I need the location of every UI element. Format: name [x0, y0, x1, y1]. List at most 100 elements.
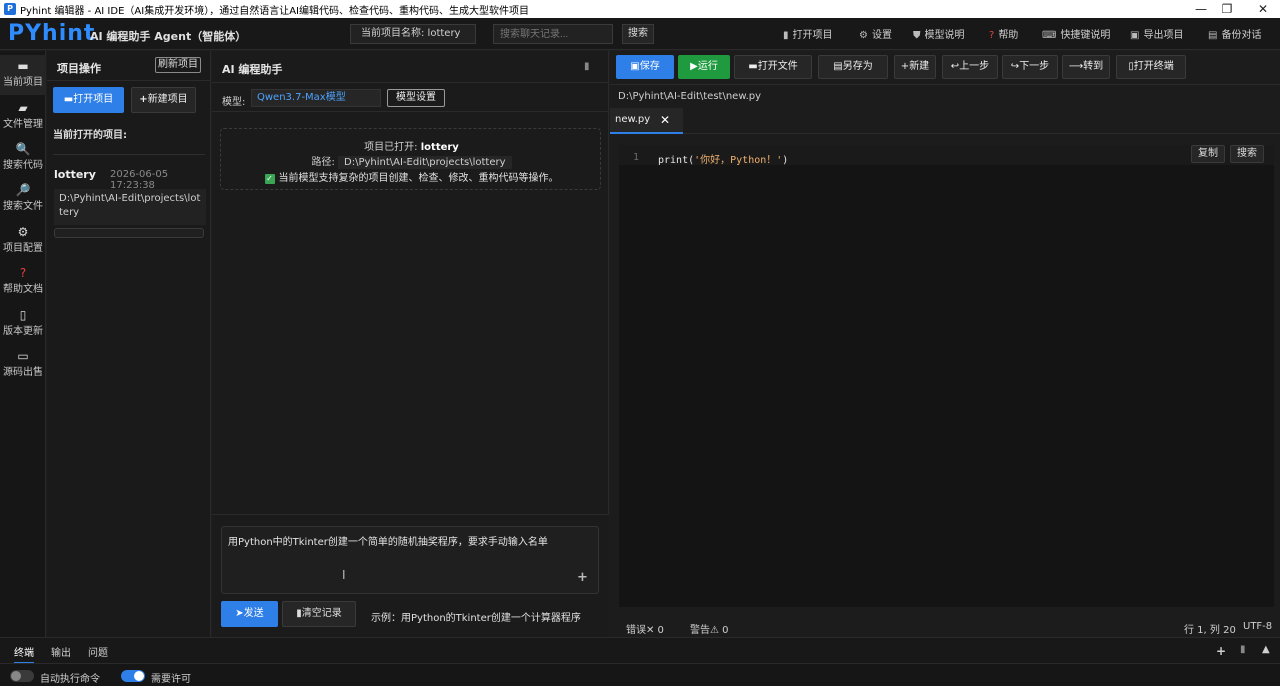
restore-button[interactable]: ❐: [1210, 0, 1244, 18]
code-text[interactable]: print('你好，Python！'): [658, 151, 788, 166]
undo-icon: ↩: [950, 61, 960, 72]
file-path: D:\Pyhint\AI-Edit\test\new.py: [618, 91, 762, 102]
close-window-button[interactable]: ✕: [1246, 0, 1280, 18]
tab-terminal[interactable]: 终端: [14, 644, 34, 664]
save-as-button[interactable]: ▤另存为: [818, 55, 888, 79]
rail-item-help-docs[interactable]: ? 帮助文档: [0, 262, 46, 302]
copy-code-button[interactable]: 复制: [1191, 145, 1225, 163]
save-button[interactable]: ▣保存: [616, 55, 674, 79]
folder-icon: ▮: [783, 30, 789, 41]
refresh-project-button[interactable]: 刷新项目: [155, 57, 201, 73]
menu-export-project[interactable]: ▣ 导出项目: [1130, 26, 1183, 41]
chat-input[interactable]: 用Python中的Tkinter创建一个简单的随机抽奖程序，要求手动输入名单: [221, 526, 599, 594]
current-projects-label: 当前打开的项目:: [53, 130, 127, 141]
project-opened-line: 项目已打开: lottery: [364, 142, 459, 153]
open-terminal-button[interactable]: ▯打开终端: [1116, 55, 1186, 79]
divider: [53, 154, 205, 155]
window-title-bar: P Pyhint 编辑器 - AI IDE（AI集成开发环境），通过自然语言让A…: [0, 0, 1280, 18]
menu-help[interactable]: ? 帮助: [989, 26, 1018, 41]
editor-toolbar: ▣保存 ▶运行 ▬打开文件 ▤另存为 +新建 ↩上一步 ↪下一步 ⟶转到 ▯打开…: [610, 51, 1280, 85]
auto-exec-label: 自动执行命令: [40, 674, 100, 685]
project-item-name[interactable]: lottery: [54, 168, 96, 181]
search-file-icon: 🔎: [15, 183, 31, 197]
backup-icon: ▤: [1208, 30, 1218, 41]
new-file-button[interactable]: +新建: [894, 55, 936, 79]
sidebar-rail: ▬ 当前项目 ▰ 文件管理 🔍 搜索代码 🔎 搜索文件 ⚙ 项目配置 ? 帮助文档 ▯ 版本更…: [0, 51, 46, 637]
new-project-button[interactable]: +新建项目: [131, 87, 196, 113]
auto-exec-toggle[interactable]: [10, 670, 34, 682]
shield-icon: ⛊: [913, 30, 921, 41]
model-select[interactable]: Qwen3.7-Max模型: [251, 89, 381, 107]
menu-model-info[interactable]: ⛊ 模型说明: [913, 26, 965, 41]
model-settings-button[interactable]: 模型设置: [387, 89, 445, 107]
maximize-panel-icon[interactable]: ▲: [1262, 644, 1270, 655]
menu-backup-chat[interactable]: ▤ 备份对话: [1208, 26, 1261, 41]
project-panel: 项目操作 刷新项目 ▬打开项目 +新建项目 当前打开的项目: lottery 2…: [47, 51, 211, 637]
drive-icon: ▰: [18, 101, 28, 115]
ai-assistant-panel: AI 编程助手 ▮ 模型: Qwen3.7-Max模型 模型设置 项目已打开: …: [212, 51, 609, 637]
menu-settings[interactable]: ⚙ 设置: [859, 26, 892, 41]
add-terminal-icon[interactable]: +: [1216, 644, 1226, 658]
menu-open-project[interactable]: ▮ 打开项目: [783, 26, 833, 41]
run-button[interactable]: ▶运行: [678, 55, 730, 79]
example-prompt[interactable]: 示例：用Python的Tkinter创建一个计算器程序: [371, 609, 581, 624]
app-logo-icon: P: [4, 3, 16, 15]
permission-label: 需要许可: [151, 674, 191, 685]
project-panel-header: 项目操作 刷新项目: [47, 51, 211, 81]
trash-icon[interactable]: ▮: [1240, 644, 1246, 655]
laptop-icon: ▭: [17, 349, 29, 363]
model-support-line: ✓ 当前模型支持复杂的项目创建、检查、修改、重构代码等操作。: [264, 173, 559, 184]
menu-shortcuts[interactable]: ⌨ 快捷键说明: [1042, 26, 1110, 41]
tab-problems[interactable]: 问题: [88, 644, 108, 659]
undo-button[interactable]: ↩上一步: [942, 55, 998, 79]
rail-item-version-update[interactable]: ▯ 版本更新: [0, 304, 46, 344]
gear-icon: ⚙: [859, 30, 868, 41]
project-path-line: 路径: D:\Pyhint\AI-Edit\projects\lottery: [221, 153, 602, 169]
code-editor[interactable]: 1 print('你好，Python！') 复制 搜索: [619, 145, 1274, 607]
project-info-box: 项目已打开: lottery 路径: D:\Pyhint\AI-Edit\pro…: [220, 128, 601, 190]
folder-icon: ▬: [63, 94, 74, 105]
editor-pane: ▣保存 ▶运行 ▬打开文件 ▤另存为 +新建 ↩上一步 ↪下一步 ⟶转到 ▯打开…: [610, 51, 1280, 637]
export-icon: ▣: [1130, 30, 1140, 41]
rail-item-current-project[interactable]: ▬ 当前项目: [0, 55, 46, 95]
project-item-date: 2026-06-05 17:23:38: [110, 169, 169, 191]
line-number: 1: [633, 152, 640, 163]
permission-toggle[interactable]: [121, 670, 145, 682]
project-scrollbar[interactable]: [54, 228, 204, 238]
ai-panel-title: AI 编程助手: [222, 63, 283, 76]
chat-search-button[interactable]: 搜索: [622, 24, 654, 44]
window-title: Pyhint 编辑器 - AI IDE（AI集成开发环境），通过自然语言让AI编…: [20, 5, 529, 17]
rail-item-file-manager[interactable]: ▰ 文件管理: [0, 97, 46, 137]
rail-item-project-config[interactable]: ⚙ 项目配置: [0, 221, 46, 261]
trash-icon[interactable]: ▮: [584, 61, 590, 72]
error-count[interactable]: 错误✕ 0: [626, 621, 664, 636]
clear-history-button[interactable]: ▮清空记录: [282, 601, 356, 627]
save-icon: ▣: [630, 61, 640, 72]
keyboard-icon: ⌨: [1042, 30, 1057, 41]
text-cursor-icon: I: [342, 568, 346, 582]
send-button[interactable]: ➤发送: [221, 601, 278, 627]
rail-item-source-sale[interactable]: ▭ 源码出售: [0, 345, 46, 385]
warning-count[interactable]: 警告⚠ 0: [690, 621, 729, 636]
file-encoding: UTF-8: [1243, 621, 1273, 632]
code-search-button[interactable]: 搜索: [1230, 145, 1264, 163]
open-project-button[interactable]: ▬打开项目: [53, 87, 124, 113]
chat-search-input[interactable]: [493, 24, 613, 44]
open-file-button[interactable]: ▬打开文件: [734, 55, 812, 79]
tab-output[interactable]: 输出: [51, 644, 71, 659]
attach-plus-icon[interactable]: +: [577, 570, 588, 585]
plus-icon: +: [139, 94, 148, 105]
brand-logo: PYhint: [8, 21, 96, 46]
cursor-position: 行 1, 列 20: [1184, 625, 1236, 636]
rail-item-search-files[interactable]: 🔎 搜索文件: [0, 179, 46, 219]
checkmark-icon: ✓: [264, 174, 275, 184]
close-icon[interactable]: ✕: [660, 108, 670, 132]
gear-icon: ⚙: [17, 225, 29, 239]
save-as-icon: ▤: [833, 61, 843, 72]
tab-new-py[interactable]: new.py ✕: [610, 108, 683, 134]
rail-item-search-code[interactable]: 🔍 搜索代码: [0, 138, 46, 178]
goto-button[interactable]: ⟶转到: [1062, 55, 1110, 79]
ai-panel-header: AI 编程助手 ▮: [212, 51, 609, 83]
chat-input-area: 用Python中的Tkinter创建一个简单的随机抽奖程序，要求手动输入名单 I…: [212, 514, 609, 637]
redo-button[interactable]: ↪下一步: [1002, 55, 1058, 79]
